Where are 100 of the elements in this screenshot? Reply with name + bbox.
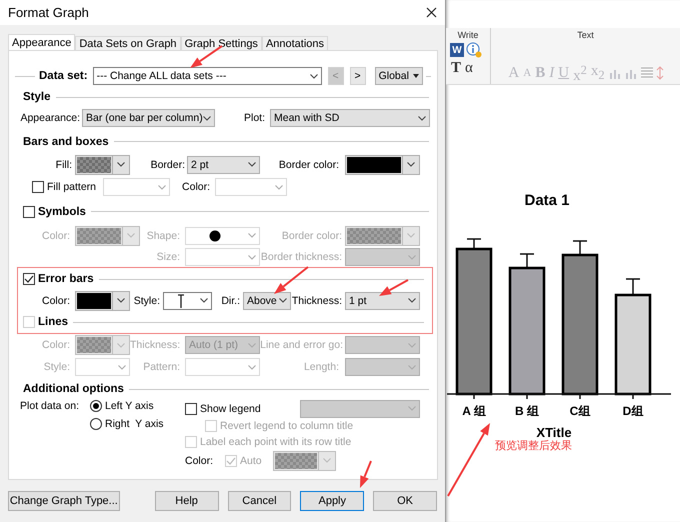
field-label: Color:	[40, 339, 70, 351]
tab[interactable]: Annotations	[262, 36, 328, 50]
tab[interactable]: Graph Settings	[180, 36, 262, 50]
field-label: Fill:	[54, 158, 72, 170]
chevron-down-icon	[248, 254, 256, 260]
chevron-down-icon	[203, 116, 211, 120]
toolbar-button[interactable]: W	[450, 43, 464, 57]
field-label: Style:	[132, 294, 160, 306]
color-picker[interactable]	[75, 226, 140, 246]
field-label: Color:	[40, 294, 70, 306]
align-icon[interactable]	[640, 67, 654, 79]
dialog-button[interactable]: Apply	[300, 491, 364, 511]
axis-radio[interactable]: Left Y axis	[90, 400, 164, 412]
field-label: Border color:	[280, 230, 342, 242]
checkbox[interactable]	[185, 402, 197, 414]
radio-button[interactable]	[90, 400, 102, 412]
chevron-down-icon	[248, 162, 256, 167]
chevron-down-icon	[408, 406, 416, 411]
chevron-down-icon	[248, 342, 256, 348]
style-dropdown[interactable]	[163, 292, 212, 310]
axis-radio[interactable]: Right Y axis	[90, 418, 164, 430]
shape-dropdown[interactable]	[185, 226, 260, 244]
dropdown[interactable]	[185, 358, 260, 376]
color-picker[interactable]	[75, 290, 130, 310]
tab[interactable]: Appearance	[8, 34, 76, 50]
chevron-down-icon	[323, 458, 331, 463]
radio-button[interactable]	[90, 418, 102, 430]
chevron-down-icon	[408, 298, 416, 303]
dropdown[interactable]	[345, 358, 420, 376]
field-label: Color:	[185, 454, 214, 466]
chevron-down-icon	[407, 162, 415, 167]
scope-dropdown[interactable]: Global	[374, 67, 423, 85]
axis-label: C组	[570, 404, 590, 418]
section-title: Data set:	[39, 70, 88, 82]
axis-label: B 组	[515, 404, 539, 418]
dialog-button[interactable]: Change Graph Type...	[8, 491, 120, 511]
dialog-button[interactable]: Cancel	[228, 491, 292, 511]
color-picker[interactable]	[75, 154, 130, 174]
annotation-note: 预览调整后效果	[495, 440, 572, 452]
chevron-down-icon	[117, 162, 125, 167]
line-spacing-icon[interactable]	[656, 66, 664, 80]
field-label: Style:	[42, 361, 70, 373]
dropdown[interactable]	[345, 336, 420, 354]
chevron-down-icon	[407, 233, 415, 238]
dropdown[interactable]: 2 pt	[187, 156, 260, 174]
toolbar-button[interactable]: α	[464, 60, 474, 76]
chevron-down-icon	[408, 254, 416, 260]
circle-icon	[209, 230, 221, 242]
dialog-button[interactable]: Help	[154, 491, 219, 511]
field-label: Color:	[181, 181, 210, 193]
close-icon[interactable]	[426, 7, 437, 18]
section-title: Additional options	[23, 383, 124, 395]
chevron-down-icon	[158, 184, 166, 190]
chevron-down-icon	[200, 298, 208, 303]
axis-title: XTitle	[536, 425, 572, 440]
chevron-down-icon	[118, 364, 126, 370]
info-icon[interactable]	[466, 42, 482, 58]
checkbox[interactable]	[23, 206, 35, 218]
field-label: Plot data on:	[19, 400, 79, 414]
section-title: Symbols	[38, 206, 86, 218]
field-label: Dir.:	[220, 294, 240, 306]
field-label: Length:	[302, 361, 339, 373]
dropdown[interactable]: Above	[243, 292, 291, 310]
dropdown[interactable]	[345, 248, 420, 266]
annotation-arrow	[360, 460, 372, 488]
dropdown[interactable]	[75, 358, 130, 376]
window-title: Format Graph	[8, 5, 89, 20]
checkbox[interactable]	[32, 181, 44, 193]
section-title: Style	[23, 91, 50, 103]
dropdown[interactable]	[215, 178, 288, 196]
error-bar-icon	[177, 294, 185, 308]
tab[interactable]: Data Sets on Graph	[75, 36, 181, 50]
chevron-down-icon	[248, 233, 256, 238]
color-picker[interactable]	[345, 154, 420, 174]
field-label: Border thickness:	[260, 251, 342, 263]
dialog-button[interactable]: OK	[373, 491, 437, 511]
chevron-down-icon	[279, 298, 287, 303]
field-label: Border:	[150, 158, 185, 170]
dropdown[interactable]: Bar (one bar per column)	[82, 109, 215, 127]
section-title: Error bars	[38, 273, 94, 285]
dropdown[interactable]: Mean with SD	[270, 109, 430, 127]
chevron-down-icon	[408, 342, 416, 348]
fill-pattern-checkbox[interactable]: Fill pattern	[32, 181, 96, 193]
color-picker[interactable]	[273, 450, 336, 470]
chevron-down-icon	[117, 342, 125, 348]
annotation-arrow	[274, 266, 309, 294]
dropdown[interactable]	[300, 400, 420, 418]
axis-label: A 组	[462, 404, 486, 418]
color-picker[interactable]	[345, 226, 420, 246]
nav-button[interactable]: >	[350, 67, 366, 85]
data-set-dropdown[interactable]: --- Change ALL data sets ---	[92, 67, 322, 85]
annotation-arrow	[379, 279, 408, 296]
dropdown[interactable]: 1 pt	[345, 292, 420, 310]
chevron-down-icon	[127, 233, 135, 238]
checkbox[interactable]	[23, 273, 35, 285]
color-picker[interactable]	[75, 335, 130, 355]
toolbar-button[interactable]: T	[450, 60, 462, 76]
show-legend-checkbox[interactable]: Show legend	[185, 402, 300, 414]
field-label: Line and error go:	[260, 339, 343, 351]
field-label: Pattern:	[142, 361, 180, 373]
